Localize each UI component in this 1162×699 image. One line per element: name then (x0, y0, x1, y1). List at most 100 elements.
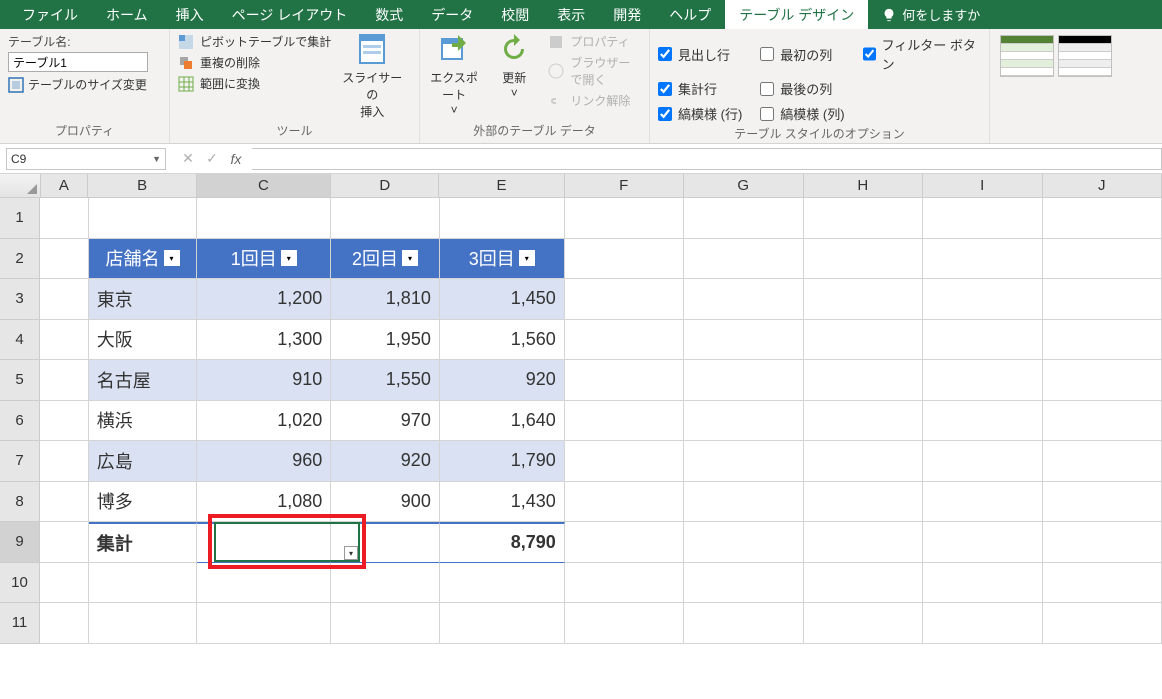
cell[interactable] (565, 522, 684, 563)
cell[interactable]: 1,550 (331, 360, 440, 401)
cell[interactable] (565, 401, 684, 442)
cell[interactable]: 1,020 (197, 401, 331, 442)
cell[interactable] (1043, 522, 1162, 563)
cell[interactable] (804, 239, 923, 280)
cell[interactable] (565, 198, 684, 239)
cell[interactable] (684, 401, 803, 442)
cell[interactable] (197, 563, 331, 604)
col-header-G[interactable]: G (684, 174, 804, 197)
cell[interactable]: 1,810 (331, 279, 440, 320)
filter-button-icon[interactable]: ▾ (402, 250, 418, 266)
summarize-pivot-button[interactable]: ピボットテーブルで集計 (178, 33, 331, 50)
cell[interactable] (40, 401, 89, 442)
cell[interactable] (804, 360, 923, 401)
cell[interactable] (804, 401, 923, 442)
convert-to-range-button[interactable]: 範囲に変換 (178, 75, 331, 92)
cell[interactable] (40, 441, 89, 482)
cell[interactable] (331, 563, 440, 604)
chk-filter-btn[interactable]: フィルター ボタン (863, 35, 981, 73)
cell[interactable]: 910 (197, 360, 331, 401)
table-styles-gallery[interactable] (998, 33, 1154, 79)
formula-input[interactable] (252, 148, 1162, 170)
cell[interactable] (684, 198, 803, 239)
cell[interactable] (331, 603, 440, 644)
resize-table-button[interactable]: テーブルのサイズ変更 (8, 76, 148, 93)
cell[interactable] (923, 603, 1042, 644)
cell[interactable] (565, 482, 684, 523)
cell[interactable] (565, 239, 684, 280)
cell[interactable]: 名古屋 (89, 360, 198, 401)
row-header[interactable]: 1 (0, 198, 40, 239)
filter-button-icon[interactable]: ▾ (164, 250, 180, 266)
cell[interactable] (40, 522, 89, 563)
cell[interactable]: 900 (331, 482, 440, 523)
cell[interactable] (1043, 401, 1162, 442)
row-header[interactable]: 5 (0, 360, 40, 401)
row-header[interactable]: 3 (0, 279, 40, 320)
cell[interactable] (684, 239, 803, 280)
cell[interactable] (1043, 320, 1162, 361)
row-header[interactable]: 4 (0, 320, 40, 361)
table-style-thumb[interactable] (1058, 35, 1112, 77)
tab-file[interactable]: ファイル (8, 0, 92, 29)
cell[interactable] (565, 279, 684, 320)
cell[interactable] (684, 482, 803, 523)
cell[interactable] (923, 522, 1042, 563)
tab-view[interactable]: 表示 (543, 0, 599, 29)
chevron-down-icon[interactable]: ▼ (152, 154, 161, 164)
cell[interactable]: 東京 (89, 279, 198, 320)
cell[interactable] (40, 482, 89, 523)
row-header[interactable]: 9 (0, 522, 40, 563)
cell[interactable] (923, 198, 1042, 239)
tab-data[interactable]: データ (417, 0, 487, 29)
cell[interactable] (565, 320, 684, 361)
cell[interactable] (89, 198, 198, 239)
table-header-cell[interactable]: 2回目▾ (331, 239, 440, 280)
cell[interactable]: 1,450 (440, 279, 565, 320)
chk-header-row[interactable]: 見出し行 (658, 35, 742, 73)
cell[interactable] (565, 441, 684, 482)
cell[interactable] (804, 441, 923, 482)
cell[interactable]: 大阪 (89, 320, 198, 361)
cell[interactable] (89, 603, 198, 644)
insert-function-button[interactable]: fx (226, 151, 246, 167)
cell[interactable] (684, 603, 803, 644)
cell[interactable] (804, 482, 923, 523)
cell[interactable] (565, 603, 684, 644)
cell[interactable] (684, 279, 803, 320)
cell[interactable]: 1,430 (440, 482, 565, 523)
cell[interactable]: 1,200 (197, 279, 331, 320)
tab-formulas[interactable]: 数式 (361, 0, 417, 29)
col-header-C[interactable]: C (197, 174, 331, 197)
cell[interactable] (923, 320, 1042, 361)
row-header[interactable]: 7 (0, 441, 40, 482)
cell[interactable] (804, 563, 923, 604)
cell[interactable] (1043, 198, 1162, 239)
enter-formula-button[interactable]: ✓ (202, 150, 222, 167)
cancel-formula-button[interactable]: ✕ (178, 150, 198, 167)
tab-home[interactable]: ホーム (92, 0, 162, 29)
cell[interactable] (804, 198, 923, 239)
cell[interactable] (684, 360, 803, 401)
cell[interactable]: 1,950 (331, 320, 440, 361)
chk-total-row[interactable]: 集計行 (658, 79, 742, 98)
cell[interactable] (40, 279, 89, 320)
table-header-cell[interactable]: 店舗名▾ (89, 239, 198, 280)
cell[interactable] (1043, 482, 1162, 523)
cell[interactable] (923, 279, 1042, 320)
col-header-F[interactable]: F (565, 174, 685, 197)
worksheet-grid[interactable]: A B C D E F G H I J 1 2 店舗名▾ 1回目▾ 2回目▾ 3… (0, 174, 1162, 644)
cell[interactable] (197, 603, 331, 644)
cell[interactable] (804, 603, 923, 644)
table-header-cell[interactable]: 1回目▾ (197, 239, 331, 280)
cell[interactable]: 1,790 (440, 441, 565, 482)
cell[interactable] (684, 563, 803, 604)
cell[interactable] (40, 603, 89, 644)
cell[interactable] (89, 563, 198, 604)
cell[interactable] (565, 563, 684, 604)
cell[interactable] (40, 320, 89, 361)
total-cell[interactable]: 集計 (89, 522, 198, 563)
cell[interactable]: 横浜 (89, 401, 198, 442)
tab-table-design[interactable]: テーブル デザイン (725, 0, 868, 29)
cell[interactable] (923, 441, 1042, 482)
